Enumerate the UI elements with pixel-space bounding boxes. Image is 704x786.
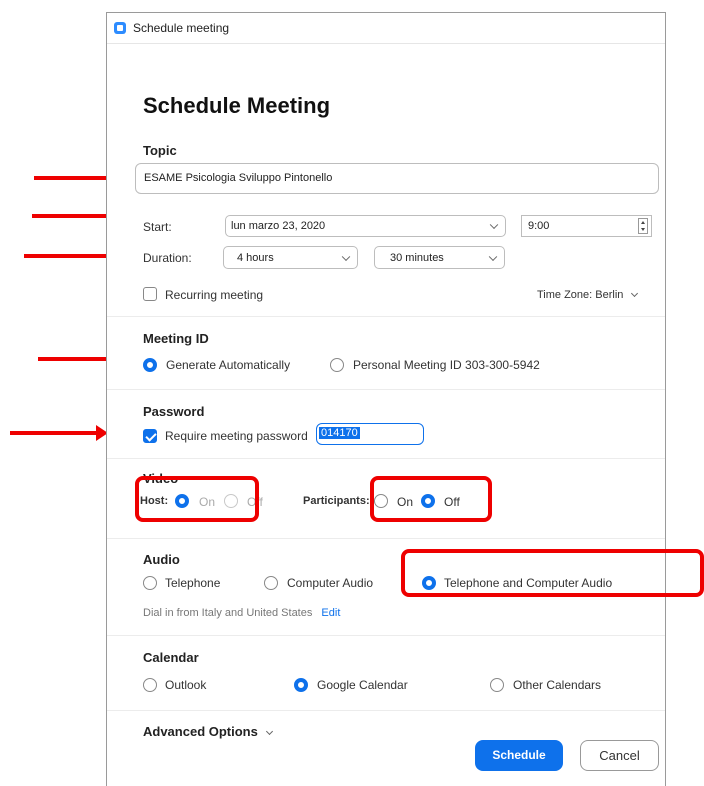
participants-label: Participants: <box>303 495 370 507</box>
duration-hours-select[interactable]: 4 hours <box>223 246 358 269</box>
annotation-box-audio <box>401 549 704 597</box>
calendar-label: Calendar <box>143 650 199 665</box>
require-password-checkbox[interactable] <box>143 429 157 443</box>
annotation-arrow-duration <box>24 248 120 264</box>
caret-up-icon <box>641 221 645 224</box>
dial-in-text: Dial in from Italy and United States <box>143 607 313 619</box>
annotation-box-host <box>135 476 259 522</box>
meeting-id-label: Meeting ID <box>143 331 209 346</box>
divider <box>107 316 665 317</box>
annotation-arrow-password <box>10 425 108 441</box>
timezone-label: Time Zone: Berlin <box>537 289 624 301</box>
start-date-value: lun marzo 23, 2020 <box>231 220 326 232</box>
zoom-app-icon <box>114 22 126 34</box>
radio-telephone[interactable] <box>143 576 157 590</box>
password-label: Password <box>143 404 205 419</box>
advanced-options-toggle[interactable]: Advanced Options <box>143 724 274 739</box>
divider <box>107 710 665 711</box>
annotation-box-participants <box>370 476 492 522</box>
page-title: Schedule Meeting <box>143 93 331 118</box>
generate-automatically-label: Generate Automatically <box>166 358 291 372</box>
topic-value: ESAME Psicologia Sviluppo Pintonello <box>144 172 333 184</box>
audio-label: Audio <box>143 552 180 567</box>
radio-other-calendars[interactable] <box>490 678 504 692</box>
time-spinner[interactable] <box>638 218 648 234</box>
recurring-checkbox[interactable] <box>143 287 157 301</box>
start-date-select[interactable]: lun marzo 23, 2020 <box>225 215 506 237</box>
duration-minutes-value: 30 minutes <box>390 252 444 264</box>
chevron-down-icon <box>488 252 498 261</box>
chevron-down-icon <box>489 220 499 230</box>
divider <box>107 458 665 459</box>
duration-hours-value: 4 hours <box>237 252 274 264</box>
radio-computer-audio[interactable] <box>264 576 278 590</box>
radio-generate-automatically[interactable] <box>143 358 157 372</box>
duration-label: Duration: <box>143 251 192 265</box>
title-bar: Schedule meeting <box>107 13 665 44</box>
timezone-select[interactable]: Time Zone: Berlin <box>537 289 639 301</box>
window-title: Schedule meeting <box>133 21 230 35</box>
radio-personal-meeting-id[interactable] <box>330 358 344 372</box>
chevron-down-icon <box>341 252 351 261</box>
edit-link[interactable]: Edit <box>321 607 340 619</box>
duration-minutes-select[interactable]: 30 minutes <box>374 246 505 269</box>
caret-down-icon <box>641 228 645 231</box>
schedule-button[interactable]: Schedule <box>475 740 563 771</box>
radio-outlook[interactable] <box>143 678 157 692</box>
advanced-options-label: Advanced Options <box>143 724 258 739</box>
topic-label: Topic <box>143 143 177 158</box>
cancel-button[interactable]: Cancel <box>580 740 659 771</box>
telephone-label: Telephone <box>165 576 221 590</box>
divider <box>107 538 665 539</box>
chevron-down-icon <box>266 727 274 736</box>
google-calendar-label: Google Calendar <box>317 678 408 692</box>
computer-audio-label: Computer Audio <box>287 576 374 590</box>
chevron-down-icon <box>631 289 639 298</box>
dial-in-info: Dial in from Italy and United States Edi… <box>143 607 340 619</box>
divider <box>107 635 665 636</box>
outlook-label: Outlook <box>165 678 207 692</box>
divider <box>107 389 665 390</box>
password-input[interactable]: 014170 <box>316 423 424 445</box>
start-time-value: 9:00 <box>528 220 550 232</box>
password-value: 014170 <box>319 427 360 439</box>
start-time-input[interactable]: 9:00 <box>521 215 652 237</box>
radio-google-calendar[interactable] <box>294 678 308 692</box>
start-label: Start: <box>143 220 172 234</box>
other-calendars-label: Other Calendars <box>513 678 602 692</box>
schedule-meeting-window: Schedule meeting Schedule Meeting Topic … <box>106 12 666 786</box>
personal-meeting-id-label: Personal Meeting ID 303-300-5942 <box>353 358 540 372</box>
recurring-label: Recurring meeting <box>165 288 264 302</box>
topic-input[interactable]: ESAME Psicologia Sviluppo Pintonello <box>135 163 659 194</box>
require-password-label: Require meeting password <box>165 429 308 443</box>
